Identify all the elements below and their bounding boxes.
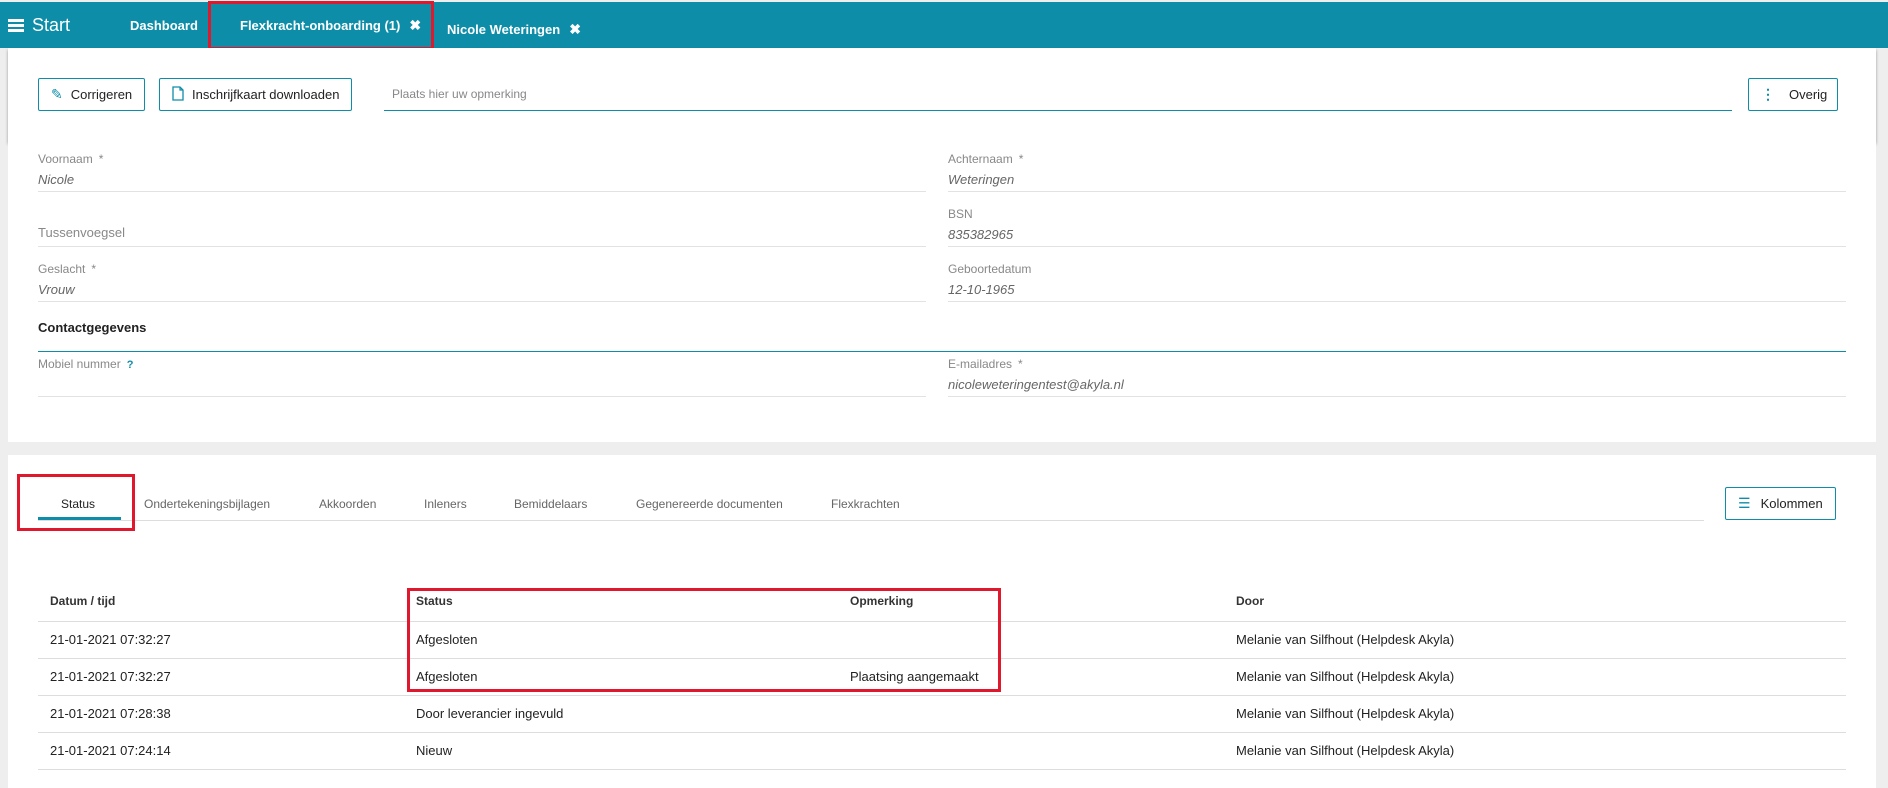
column-header[interactable]: Datum / tijd: [38, 582, 404, 622]
correct-button[interactable]: ✎ Corrigeren: [38, 78, 146, 111]
table-cell: 21-01-2021 07:32:27: [38, 621, 404, 659]
table-row[interactable]: 21-01-2021 07:28:38 Door leverancier ing…: [38, 695, 1846, 733]
table-cell: Nieuw: [404, 732, 838, 770]
download-card-button[interactable]: Inschrijfkaart downloaden: [159, 78, 353, 111]
table-cell: Melanie van Silfhout (Helpdesk Akyla): [1224, 732, 1846, 770]
tab-dashboard[interactable]: Dashboard: [130, 2, 198, 48]
table-cell: [838, 732, 1224, 770]
highlight-box: [407, 588, 1001, 692]
tab-flexworkers[interactable]: Flexkrachten: [831, 497, 900, 511]
highlight-box: [208, 1, 434, 50]
toolbar-card: ✎ Corrigeren Inschrijfkaart downloaden P…: [8, 48, 1876, 142]
start-menu[interactable]: Start: [8, 2, 70, 48]
tab-signing-attachments[interactable]: Ondertekeningsbijlagen: [144, 497, 270, 511]
table-cell: Melanie van Silfhout (Helpdesk Akyla): [1224, 621, 1846, 659]
table-cell: 21-01-2021 07:24:14: [38, 732, 404, 770]
infix-field[interactable]: Tussenvoegsel: [38, 197, 926, 247]
table-cell: Door leverancier ingevuld: [404, 695, 838, 733]
list-icon: ☰: [1738, 495, 1751, 511]
lastname-field[interactable]: Achternaam * Weteringen: [948, 142, 1846, 192]
tab-nicole-weteringen[interactable]: Nicole Weteringen ✖: [447, 10, 597, 50]
table-cell: 21-01-2021 07:28:38: [38, 695, 404, 733]
close-icon[interactable]: ✖: [569, 21, 581, 38]
tab-intermediaries[interactable]: Bemiddelaars: [514, 497, 587, 511]
birthdate-field[interactable]: Geboortedatum 12-10-1965: [948, 252, 1846, 302]
table-row[interactable]: 21-01-2021 07:24:14 Nieuw Melanie van Si…: [38, 732, 1846, 770]
highlight-box: [17, 474, 135, 531]
person-form: Voornaam * Nicole Achternaam * Weteringen …: [8, 142, 1876, 442]
more-button[interactable]: ⋮ Overig: [1748, 78, 1838, 111]
columns-button[interactable]: ☰ Kolommen: [1725, 487, 1836, 520]
pdf-icon: [172, 85, 184, 104]
subtab-bar: Status Ondertekeningsbijlagen Akkoorden …: [38, 455, 1704, 521]
gender-field[interactable]: Geslacht * Vrouw: [38, 252, 926, 302]
tab-hirers[interactable]: Inleners: [424, 497, 467, 511]
email-field[interactable]: E-mailadres * nicoleweteringentest@akyla.…: [948, 347, 1846, 397]
hamburger-icon: [8, 18, 24, 32]
help-icon[interactable]: ?: [127, 359, 134, 371]
bsn-field[interactable]: BSN 835382965: [948, 197, 1846, 247]
table-cell: 21-01-2021 07:32:27: [38, 658, 404, 696]
mobile-field[interactable]: Mobiel nummer?: [38, 347, 926, 397]
start-label: Start: [32, 14, 71, 35]
pencil-icon: ✎: [51, 86, 63, 102]
remark-input[interactable]: Plaats hier uw opmerking: [384, 78, 1732, 111]
more-vert-icon: ⋮: [1761, 86, 1775, 102]
tab-generated-documents[interactable]: Gegenereerde documenten: [636, 497, 783, 511]
table-cell: Melanie van Silfhout (Helpdesk Akyla): [1224, 658, 1846, 696]
firstname-field[interactable]: Voornaam * Nicole: [38, 142, 926, 192]
table-cell: Melanie van Silfhout (Helpdesk Akyla): [1224, 695, 1846, 733]
table-cell: [838, 695, 1224, 733]
column-header[interactable]: Door: [1224, 582, 1846, 622]
tab-agreements[interactable]: Akkoorden: [319, 497, 376, 511]
